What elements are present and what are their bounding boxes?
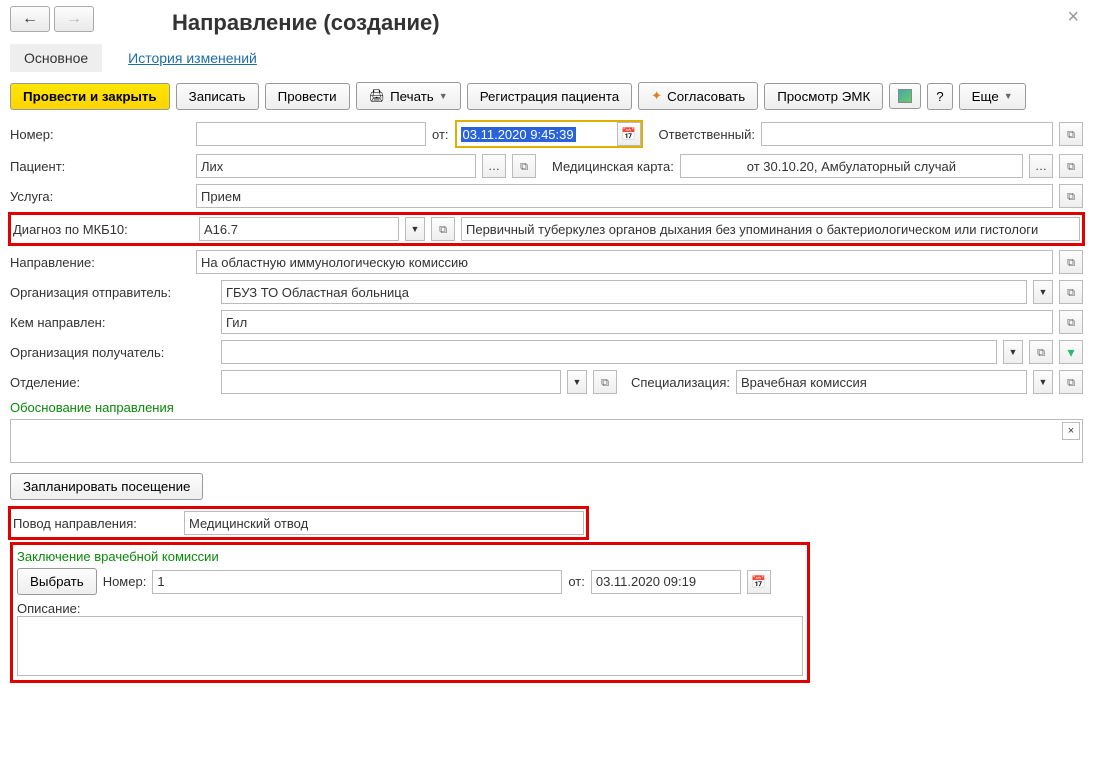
medcard-input[interactable]: от 30.10.20, Амбулаторный случай: [680, 154, 1023, 178]
page-title: Направление (создание): [172, 10, 1083, 36]
more-button[interactable]: Еще ▼: [959, 83, 1026, 110]
select-button[interactable]: Выбрать: [17, 568, 97, 595]
tab-history[interactable]: История изменений: [114, 44, 271, 72]
direction-input[interactable]: На областную иммунологическую комиссию: [196, 250, 1053, 274]
nav-back-button[interactable]: ←: [10, 6, 50, 32]
print-icon: [369, 88, 386, 104]
open-button[interactable]: [593, 370, 617, 394]
sender-org-label: Организация отправитель:: [10, 285, 215, 300]
from-label: от:: [432, 127, 449, 142]
image-icon: [898, 89, 912, 103]
open-icon: [1067, 127, 1075, 142]
dots-icon: [1035, 159, 1047, 173]
open-icon: [1067, 285, 1075, 300]
print-button[interactable]: Печать ▼: [356, 82, 461, 110]
agree-icon: ✦: [651, 88, 662, 104]
reason-label: Повод направления:: [13, 516, 178, 531]
number-label: Номер:: [10, 127, 190, 142]
schedule-visit-button[interactable]: Запланировать посещение: [10, 473, 203, 500]
commission-from-label: от:: [568, 574, 585, 589]
tab-main[interactable]: Основное: [10, 44, 102, 72]
open-icon: [1067, 315, 1075, 330]
diagnosis-text-input[interactable]: Первичный туберкулез органов дыхания без…: [461, 217, 1080, 241]
number-input[interactable]: [196, 122, 426, 146]
patient-input[interactable]: Лих: [196, 154, 476, 178]
open-icon: [1037, 345, 1045, 360]
diagnosis-label: Диагноз по МКБ10:: [13, 222, 193, 237]
open-button[interactable]: [1059, 184, 1083, 208]
open-button[interactable]: [431, 217, 455, 241]
medcard-label: Медицинская карта:: [552, 159, 674, 174]
service-label: Услуга:: [10, 189, 190, 204]
conclusion-title: Заключение врачебной комиссии: [17, 549, 803, 564]
agree-button[interactable]: ✦ Согласовать: [638, 82, 758, 110]
dropdown-button[interactable]: ▼: [1033, 370, 1053, 394]
commission-date-input[interactable]: 03.11.2020 09:19: [591, 570, 741, 594]
patient-label: Пациент:: [10, 159, 190, 174]
sender-org-input[interactable]: ГБУЗ ТО Областная больница: [221, 280, 1027, 304]
filter-icon: ▾: [1067, 344, 1074, 361]
image-button[interactable]: [889, 83, 921, 109]
direction-label: Направление:: [10, 255, 190, 270]
save-button[interactable]: Записать: [176, 83, 259, 110]
open-button[interactable]: [1059, 310, 1083, 334]
specialization-label: Специализация:: [631, 375, 730, 390]
submit-button[interactable]: Провести: [265, 83, 350, 110]
open-icon: [601, 375, 609, 390]
open-button[interactable]: [1059, 370, 1083, 394]
chevron-down-icon: ▼: [1004, 91, 1013, 101]
dropdown-button[interactable]: ▼: [1003, 340, 1023, 364]
open-icon: [1067, 255, 1075, 270]
open-button[interactable]: [1059, 280, 1083, 304]
responsible-input[interactable]: [761, 122, 1053, 146]
service-input[interactable]: Прием: [196, 184, 1053, 208]
view-emk-button[interactable]: Просмотр ЭМК: [764, 83, 883, 110]
receiver-org-input[interactable]: [221, 340, 997, 364]
calendar-icon: [751, 575, 766, 589]
commission-number-input[interactable]: 1: [152, 570, 562, 594]
description-textarea[interactable]: [17, 616, 803, 676]
calendar-icon: [621, 127, 636, 141]
calendar-button[interactable]: [747, 570, 771, 594]
receiver-org-label: Организация получатель:: [10, 345, 215, 360]
description-label: Описание:: [17, 601, 803, 616]
department-input[interactable]: [221, 370, 561, 394]
dots-button[interactable]: [482, 154, 506, 178]
dots-button[interactable]: [1029, 154, 1053, 178]
open-icon: [520, 159, 528, 174]
open-button[interactable]: [1059, 154, 1083, 178]
dropdown-button[interactable]: ▼: [405, 217, 425, 241]
open-button[interactable]: [512, 154, 536, 178]
basis-title: Обоснование направления: [10, 400, 1083, 415]
register-patient-button[interactable]: Регистрация пациента: [467, 83, 632, 110]
directed-by-label: Кем направлен:: [10, 315, 215, 330]
calendar-button[interactable]: [617, 122, 641, 146]
help-button[interactable]: ?: [927, 83, 952, 110]
open-icon: [1067, 189, 1075, 204]
dots-icon: [488, 159, 500, 173]
submit-close-button[interactable]: Провести и закрыть: [10, 83, 170, 110]
specialization-input[interactable]: Врачебная комиссия: [736, 370, 1027, 394]
commission-number-label: Номер:: [103, 574, 147, 589]
clear-button[interactable]: ×: [1062, 422, 1080, 440]
filter-button[interactable]: ▾: [1059, 340, 1083, 364]
diagnosis-code-input[interactable]: A16.7: [199, 217, 399, 241]
reason-input[interactable]: Медицинский отвод: [184, 511, 584, 535]
department-label: Отделение:: [10, 375, 215, 390]
date-field[interactable]: 03.11.2020 9:45:39: [455, 120, 643, 148]
chevron-down-icon: ▼: [439, 91, 448, 101]
basis-textarea[interactable]: ×: [10, 419, 1083, 463]
dropdown-button[interactable]: ▼: [567, 370, 587, 394]
open-icon: [439, 222, 447, 237]
open-icon: [1067, 375, 1075, 390]
dropdown-button[interactable]: ▼: [1033, 280, 1053, 304]
directed-by-input[interactable]: Гил: [221, 310, 1053, 334]
open-button[interactable]: [1059, 250, 1083, 274]
nav-forward-button: →: [54, 6, 94, 32]
open-icon: [1067, 159, 1075, 174]
open-button[interactable]: [1059, 122, 1083, 146]
open-button[interactable]: [1029, 340, 1053, 364]
responsible-label: Ответственный:: [659, 127, 755, 142]
